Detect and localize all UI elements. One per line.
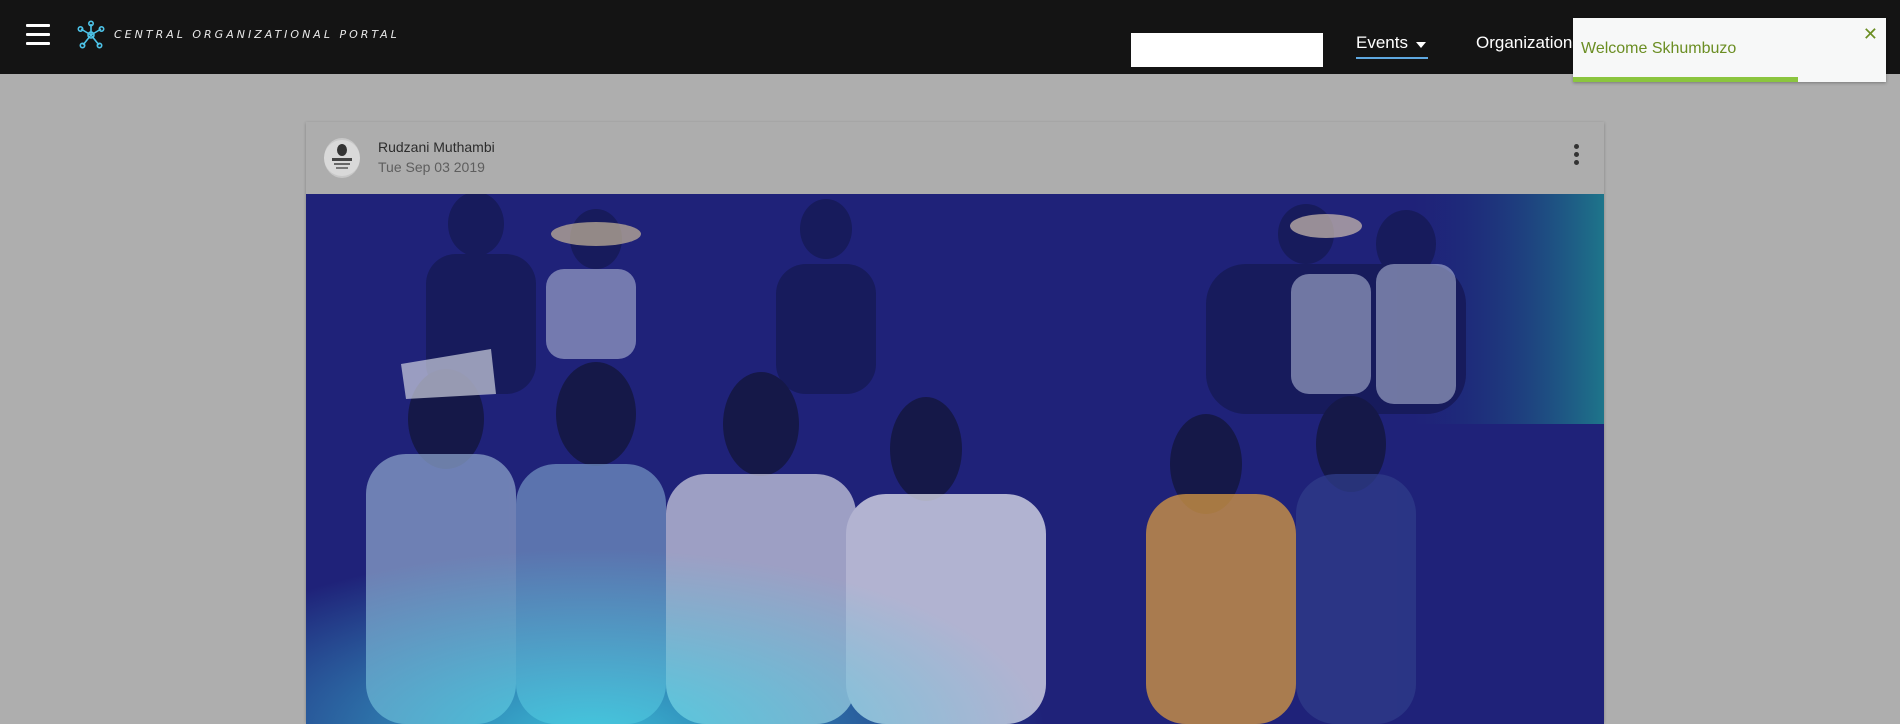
toast-progress-fill: [1573, 77, 1799, 82]
portal-title[interactable]: CENTRAL ORGANIZATIONAL PORTAL: [114, 28, 400, 41]
hamburger-menu-icon[interactable]: [26, 24, 50, 46]
avatar-logo-icon: [324, 140, 360, 176]
post-date: Tue Sep 03 2019: [378, 159, 485, 175]
post-author[interactable]: Rudzani Muthambi: [378, 139, 495, 155]
welcome-toast: Welcome Skhumbuzo ✕: [1573, 18, 1886, 82]
post-image[interactable]: [306, 194, 1604, 724]
nav-organizations[interactable]: Organizations: [1476, 33, 1581, 53]
toast-message: Welcome Skhumbuzo: [1581, 40, 1737, 57]
search-input[interactable]: [1131, 33, 1323, 67]
post-card: Rudzani Muthambi Tue Sep 03 2019: [306, 122, 1604, 724]
nav-events-label: Events: [1356, 33, 1408, 52]
post-header: Rudzani Muthambi Tue Sep 03 2019: [306, 122, 1604, 194]
close-icon[interactable]: ✕: [1863, 24, 1878, 44]
avatar[interactable]: [324, 138, 360, 178]
network-hub-icon[interactable]: [76, 20, 106, 50]
nav-events-dropdown[interactable]: Events: [1356, 33, 1428, 59]
more-vertical-icon[interactable]: [1574, 144, 1580, 166]
toast-progress-bar: [1573, 77, 1886, 82]
caret-down-icon: [1415, 42, 1426, 48]
group-photo-image: [306, 194, 1604, 724]
